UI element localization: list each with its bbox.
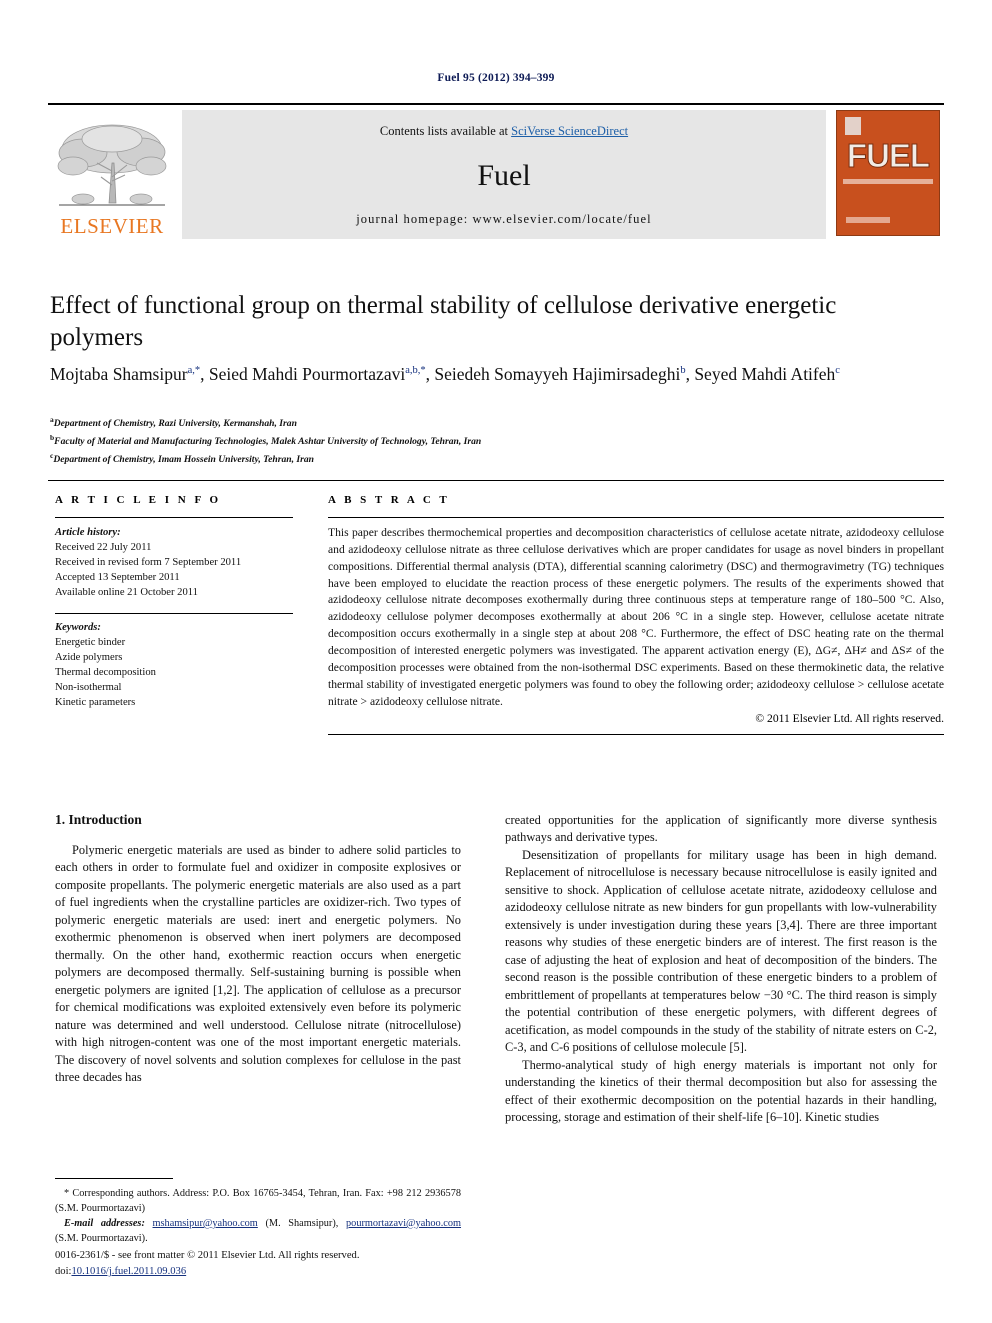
author-list: Mojtaba Shamsipura,*, Seied Mahdi Pourmo…	[50, 364, 840, 384]
author-name: Seiedeh Somayyeh Hajimirsadeghi	[434, 364, 681, 384]
paragraph: Thermo-analytical study of high energy m…	[505, 1057, 937, 1127]
running-head: Fuel 95 (2012) 394–399	[437, 72, 555, 84]
keywords-block: Keywords: Energetic binder Azide polymer…	[55, 620, 293, 710]
cover-elsevier-mark-icon	[845, 117, 861, 135]
body-column-left: 1. Introduction Polymeric energetic mate…	[55, 812, 461, 1087]
cover-subtitle-bar	[843, 179, 933, 184]
history-item: Received in revised form 7 September 201…	[55, 557, 242, 569]
abstract-text: This paper describes thermochemical prop…	[328, 526, 944, 708]
contents-available-line: Contents lists available at SciVerse Sci…	[380, 124, 628, 139]
elsevier-wordmark: ELSEVIER	[60, 214, 164, 238]
keyword-item: Thermal decomposition	[55, 667, 156, 679]
footnote-section: * Corresponding authors. Address: P.O. B…	[55, 1178, 461, 1247]
journal-title: Fuel	[477, 158, 531, 192]
banner-center: Contents lists available at SciVerse Sci…	[182, 110, 826, 239]
paragraph: Polymeric energetic materials are used a…	[55, 842, 461, 1087]
doi-prefix: doi:	[55, 1265, 72, 1277]
email-owner-1: (M. Shamsipur),	[265, 1217, 339, 1229]
body-column-right: created opportunities for the applicatio…	[505, 812, 937, 1127]
article-info-section: A R T I C L E I N F O Article history: R…	[55, 494, 293, 710]
paragraph-text: Desensitization of propellants for milit…	[505, 847, 937, 1055]
affiliation-item: bFaculty of Material and Manufacturing T…	[50, 432, 940, 450]
article-history-block: Article history: Received 22 July 2011 R…	[55, 525, 293, 600]
contents-prefix: Contents lists available at	[379, 124, 512, 138]
keyword-item: Energetic binder	[55, 637, 126, 649]
footnote-emails: E-mail addresses: mshamsipur@yahoo.com (…	[55, 1217, 461, 1247]
email-link-shamsipur[interactable]: mshamsipur@yahoo.com	[153, 1218, 258, 1229]
cover-title: FUEL	[846, 137, 930, 174]
author-affil-mark: c	[835, 365, 840, 377]
paragraph: created opportunities for the applicatio…	[505, 812, 937, 847]
footer-issn-doi: 0016-2361/$ - see front matter © 2011 El…	[55, 1248, 475, 1280]
paragraph-text: Thermo-analytical study of high energy m…	[505, 1057, 937, 1125]
author-affil-mark: a,b,*	[405, 365, 426, 377]
affiliation-item: cDepartment of Chemistry, Imam Hossein U…	[50, 450, 940, 468]
history-item: Accepted 13 September 2011	[55, 572, 180, 584]
article-info-divider	[55, 517, 293, 518]
cover-footer-bar	[846, 217, 890, 223]
paragraph: Desensitization of propellants for milit…	[505, 847, 937, 1057]
section-heading-introduction: 1. Introduction	[55, 812, 142, 827]
affiliation-item: aDepartment of Chemistry, Razi Universit…	[50, 414, 940, 432]
article-info-heading: A R T I C L E I N F O	[55, 494, 222, 506]
journal-banner: ELSEVIER Contents lists available at Sci…	[48, 103, 944, 239]
keyword-item: Non-isothermal	[55, 682, 122, 694]
article-history-label: Article history:	[55, 527, 121, 538]
keywords-label: Keywords:	[55, 622, 101, 634]
doi-line: doi:10.1016/j.fuel.2011.09.036	[55, 1264, 475, 1280]
elsevier-tree-icon	[53, 119, 171, 215]
history-item: Received 22 July 2011	[55, 542, 152, 554]
page-title: Effect of functional group on thermal st…	[50, 292, 837, 351]
history-item: Available online 21 October 2011	[55, 587, 198, 599]
keywords-divider	[55, 613, 293, 615]
email-link-pourmortazavi[interactable]: pourmortazavi@yahoo.com	[346, 1218, 461, 1229]
paragraph-text: Polymeric energetic materials are used a…	[55, 843, 461, 1085]
author-name: Seyed Mahdi Atifeh	[694, 364, 836, 384]
affiliation-list: aDepartment of Chemistry, Razi Universit…	[50, 414, 940, 468]
paper-page: Fuel 95 (2012) 394–399 ELSEVIER Contents…	[0, 0, 992, 1323]
info-top-divider	[48, 480, 944, 481]
sciencedirect-link[interactable]: SciVerse ScienceDirect	[511, 124, 628, 138]
journal-cover-thumbnail: FUEL	[832, 110, 944, 239]
author-affil-mark: b	[680, 365, 686, 377]
email-label: E-mail addresses:	[64, 1217, 145, 1229]
affiliation-text: Faculty of Material and Manufacturing Te…	[54, 436, 482, 448]
keyword-item: Azide polymers	[55, 652, 123, 664]
issn-line: 0016-2361/$ - see front matter © 2011 El…	[55, 1250, 360, 1261]
keyword-item: Kinetic parameters	[55, 697, 136, 709]
abstract-heading: A B S T R A C T	[328, 494, 450, 506]
footnote-divider	[55, 1178, 173, 1179]
doi-link[interactable]: 10.1016/j.fuel.2011.09.036	[71, 1266, 186, 1277]
paragraph-text: created opportunities for the applicatio…	[505, 813, 937, 845]
author-name: Mojtaba Shamsipur	[50, 364, 188, 384]
footnote-corresponding-author: * Corresponding authors. Address: P.O. B…	[55, 1188, 461, 1214]
email-owner-2: (S.M. Pourmortazavi).	[55, 1232, 148, 1244]
abstract-divider	[328, 517, 944, 518]
abstract-copyright: © 2011 Elsevier Ltd. All rights reserved…	[755, 712, 944, 726]
abstract-bottom-divider	[328, 734, 944, 736]
journal-homepage[interactable]: journal homepage: www.elsevier.com/locat…	[356, 212, 652, 227]
affiliation-text: Department of Chemistry, Razi University…	[53, 418, 297, 430]
author-affil-mark: a,*	[187, 365, 201, 377]
affiliation-text: Department of Chemistry, Imam Hossein Un…	[53, 454, 314, 466]
author-name: Seied Mahdi Pourmortazavi	[208, 364, 406, 384]
elsevier-logo: ELSEVIER	[48, 110, 176, 239]
abstract-section: A B S T R A C T This paper describes the…	[328, 494, 944, 736]
